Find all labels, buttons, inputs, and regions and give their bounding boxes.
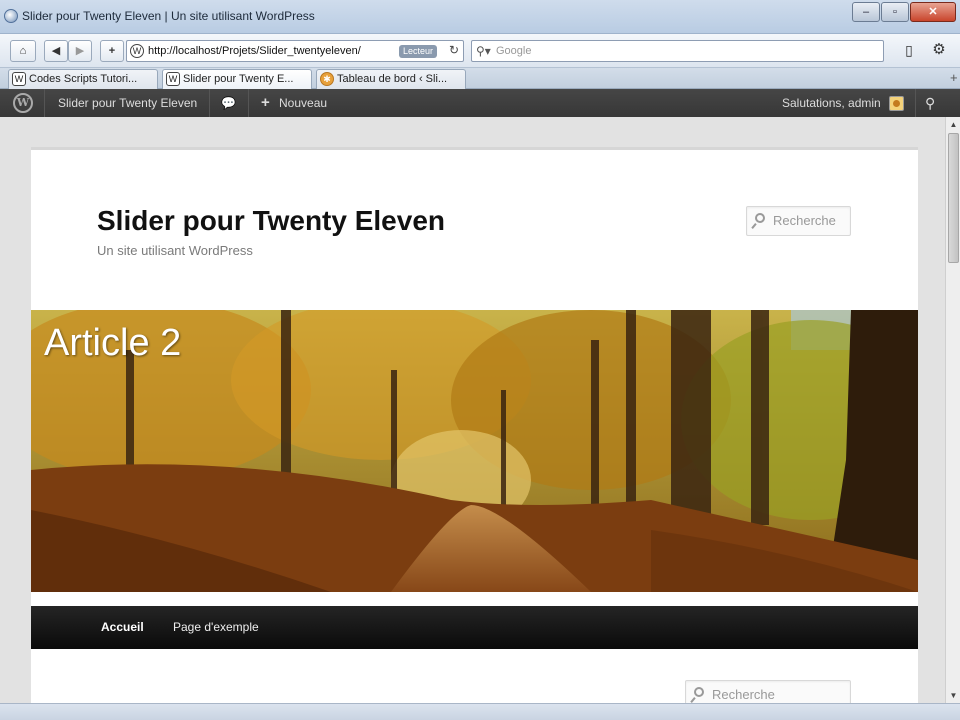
admin-bar-greeting[interactable]: Salutations, admin bbox=[782, 89, 881, 117]
tab-strip: W Codes Scripts Tutori... W Slider pour … bbox=[0, 68, 960, 89]
search-placeholder: Recherche bbox=[712, 687, 775, 702]
status-bar bbox=[0, 703, 960, 720]
close-button[interactable]: ✕ bbox=[910, 2, 956, 22]
home-button[interactable]: ⌂ bbox=[10, 40, 36, 62]
admin-bar-divider bbox=[209, 89, 210, 117]
avatar[interactable] bbox=[889, 96, 904, 111]
admin-bar-divider bbox=[44, 89, 45, 117]
site-title[interactable]: Slider pour Twenty Eleven bbox=[97, 205, 445, 237]
maximize-button[interactable]: ▫ bbox=[881, 2, 909, 22]
tools-gear-icon[interactable]: ⚙ bbox=[926, 40, 952, 62]
window-title-bar: Slider pour Twenty Eleven | Un site util… bbox=[0, 0, 960, 34]
navigation-toolbar: ⌂ ◀ ▶ + W http://localhost/Projets/Slide… bbox=[0, 34, 960, 68]
site-page: Slider pour Twenty Eleven Un site utilis… bbox=[31, 147, 918, 703]
scroll-up-arrow-icon[interactable]: ▲ bbox=[948, 119, 959, 130]
back-button[interactable]: ◀ bbox=[44, 40, 68, 62]
nav-item-page-exemple[interactable]: Page d'exemple bbox=[173, 606, 259, 649]
header-search-input[interactable]: Recherche bbox=[746, 206, 851, 236]
admin-bar-divider bbox=[915, 89, 916, 117]
tab-slider[interactable]: W Slider pour Twenty E... bbox=[162, 69, 312, 89]
admin-bar-new[interactable]: Nouveau bbox=[279, 89, 327, 117]
site-favicon: W bbox=[12, 72, 26, 86]
tab-label: Slider pour Twenty E... bbox=[183, 73, 294, 85]
comments-icon[interactable]: 💬 bbox=[221, 89, 236, 117]
tab-label: Codes Scripts Tutori... bbox=[29, 73, 138, 85]
search-icon bbox=[755, 213, 765, 223]
url-text: http://localhost/Projets/Slider_twentyel… bbox=[148, 45, 361, 57]
site-favicon: W bbox=[166, 72, 180, 86]
wp-admin-bar: W Slider pour Twenty Eleven 💬 + Nouveau … bbox=[0, 89, 960, 117]
search-placeholder: Google bbox=[496, 45, 532, 57]
search-icon: ⚲▾ bbox=[476, 44, 491, 58]
slider-article-title[interactable]: Article 2 bbox=[44, 322, 181, 365]
site-description: Un site utilisant WordPress bbox=[97, 243, 253, 258]
tab-codes-scripts[interactable]: W Codes Scripts Tutori... bbox=[8, 69, 158, 89]
wordpress-favicon: ✱ bbox=[320, 72, 334, 86]
tab-dashboard[interactable]: ✱ Tableau de bord ‹ Sli... bbox=[316, 69, 466, 89]
nav-item-accueil[interactable]: Accueil bbox=[101, 606, 144, 649]
reader-button[interactable]: Lecteur bbox=[399, 45, 438, 58]
window-title: Slider pour Twenty Eleven | Un site util… bbox=[22, 9, 315, 23]
minimize-button[interactable]: – bbox=[852, 2, 880, 22]
main-navigation: Accueil Page d'exemple bbox=[31, 606, 918, 649]
tab-label: Tableau de bord ‹ Sli... bbox=[337, 73, 448, 85]
search-input[interactable]: ⚲▾ Google bbox=[471, 40, 884, 62]
forward-button[interactable]: ▶ bbox=[68, 40, 92, 62]
scroll-down-arrow-icon[interactable]: ▼ bbox=[948, 690, 959, 701]
url-bar[interactable]: W http://localhost/Projets/Slider_twenty… bbox=[126, 40, 464, 62]
search-placeholder: Recherche bbox=[773, 213, 836, 228]
new-tab-button[interactable]: + bbox=[950, 70, 958, 85]
wordpress-logo-icon[interactable]: W bbox=[13, 93, 33, 113]
site-favicon: W bbox=[130, 44, 144, 58]
admin-bar-search-icon[interactable]: ⚲ bbox=[925, 89, 935, 117]
header-slider-image: Article 2 bbox=[31, 310, 918, 592]
reload-icon[interactable]: ↻ bbox=[449, 43, 459, 57]
page-menu-icon[interactable]: ▯ bbox=[896, 40, 922, 62]
admin-bar-site-name[interactable]: Slider pour Twenty Eleven bbox=[58, 89, 197, 117]
vertical-scrollbar[interactable]: ▲ ▼ bbox=[945, 117, 960, 703]
plus-icon: + bbox=[261, 94, 270, 111]
sidebar-search-input[interactable]: Recherche bbox=[685, 680, 851, 703]
scrollbar-thumb[interactable] bbox=[948, 133, 959, 263]
add-bookmark-button[interactable]: + bbox=[100, 40, 124, 62]
firefox-icon bbox=[4, 9, 18, 23]
page-viewport: Slider pour Twenty Eleven Un site utilis… bbox=[0, 117, 945, 703]
admin-bar-divider bbox=[248, 89, 249, 117]
search-icon bbox=[694, 687, 704, 697]
window-controls: – ▫ ✕ bbox=[852, 2, 956, 22]
